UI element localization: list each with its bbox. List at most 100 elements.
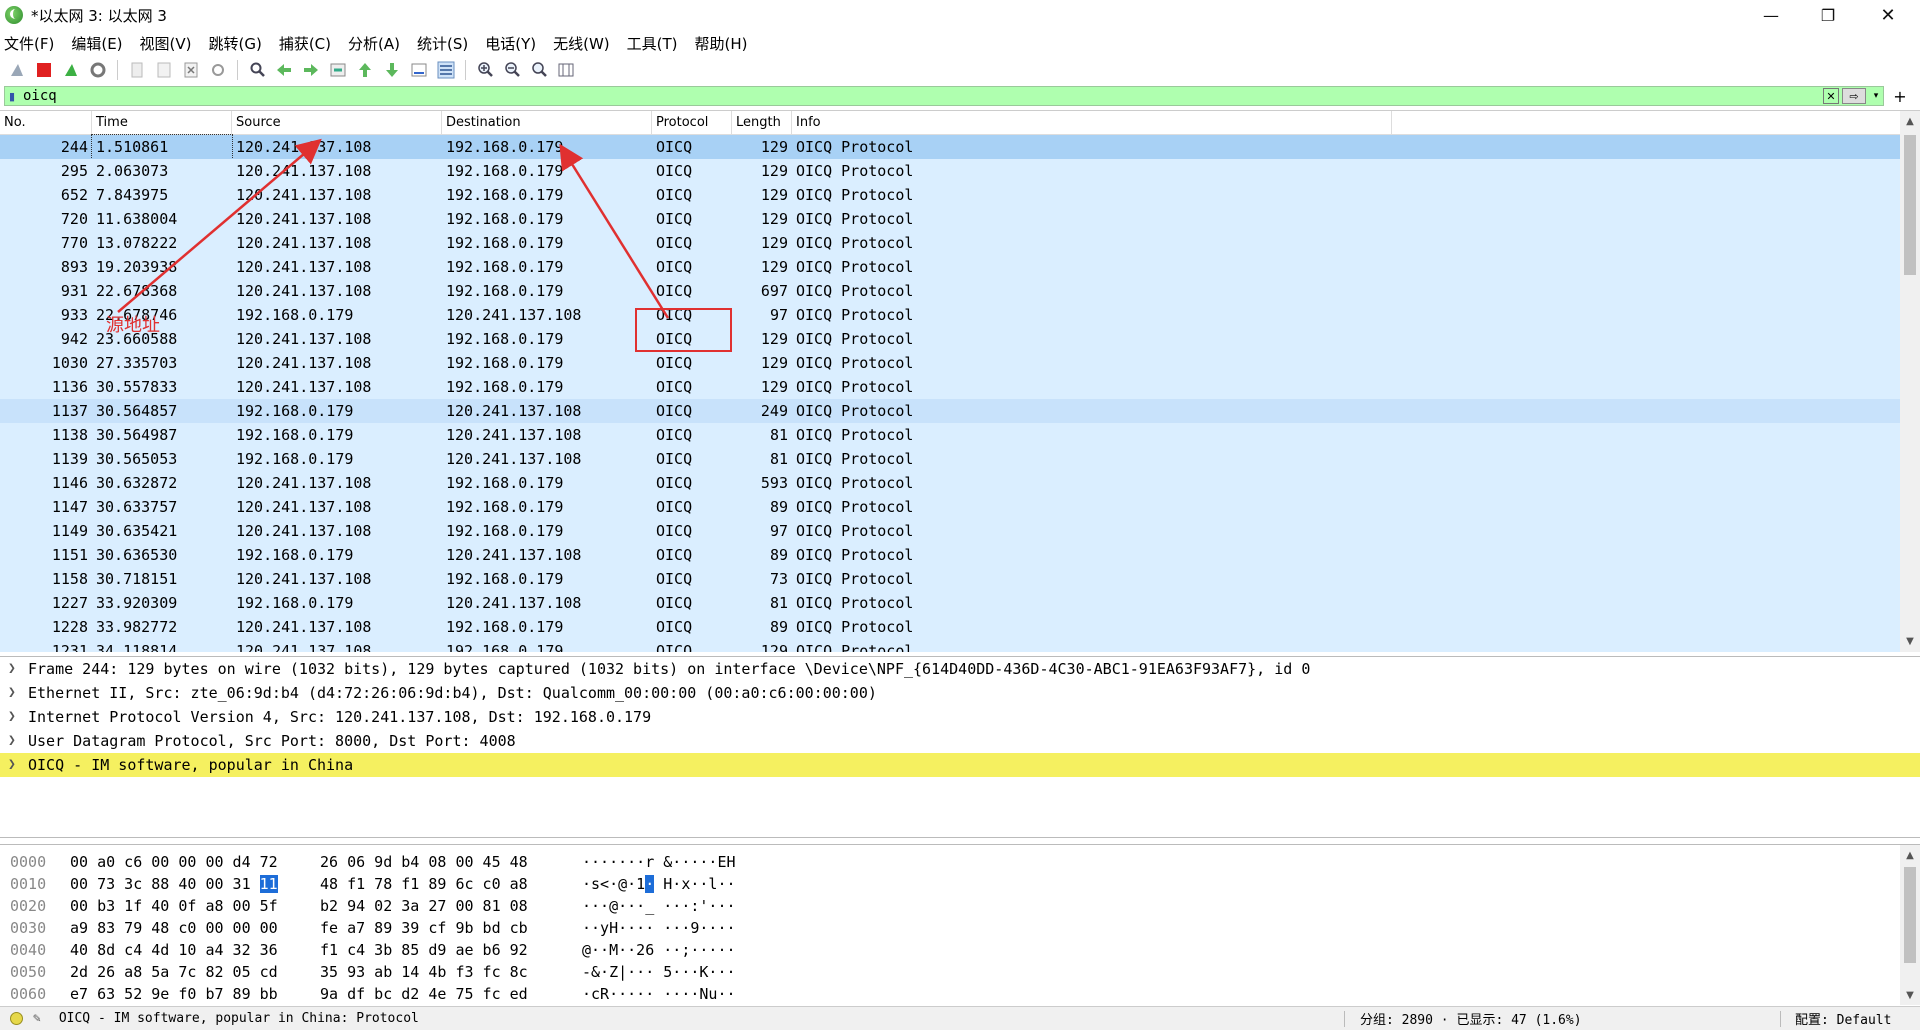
table-row[interactable]: 1136 30.557833 120.241.137.108 192.168.0.17… (0, 375, 1900, 399)
expand-chevron-icon[interactable]: ❯ (8, 753, 16, 777)
detail-ethernet[interactable]: ❯ Ethernet II, Src: zte_06:9d:b4 (d4:72:2… (0, 681, 1920, 705)
go-back-icon[interactable] (273, 59, 295, 81)
find-packet-icon[interactable] (246, 59, 268, 81)
table-row[interactable]: 893 19.203938 120.241.137.108 192.168.0.179… (0, 255, 1900, 279)
add-filter-button[interactable]: + (1890, 86, 1910, 106)
bookmark-icon[interactable]: ▮ (5, 88, 19, 104)
byte-row[interactable]: 0060 e7 63 52 9e f0 b7 89 bb 9a df bc d2 4… (0, 983, 1920, 1005)
byte-row[interactable]: 0010 00 73 3c 88 40 00 31 11 48 f1 78 f1 8… (0, 873, 1920, 895)
menu-edit[interactable]: 编辑(E) (71, 33, 122, 54)
filter-history-dropdown[interactable]: ▾ (1869, 91, 1883, 101)
open-file-icon[interactable] (126, 59, 148, 81)
edit-comment-icon[interactable]: ✎ (33, 1011, 41, 1026)
menu-telephony[interactable]: 电话(Y) (485, 33, 536, 54)
column-header-destination[interactable]: Destination (442, 111, 652, 135)
zoom-out-icon[interactable] (501, 59, 523, 81)
byte-row[interactable]: 0040 40 8d c4 4d 10 a4 32 36 f1 c4 3b 85 d… (0, 939, 1920, 961)
maximize-button[interactable]: ❐ (1800, 0, 1856, 30)
zoom-in-icon[interactable] (474, 59, 496, 81)
colorize-icon[interactable] (435, 59, 457, 81)
table-row[interactable]: 1227 33.920309 192.168.0.179 120.241.137.10… (0, 591, 1900, 615)
table-row[interactable]: 295 2.063073 120.241.137.108 192.168.0.179 O… (0, 159, 1900, 183)
table-row[interactable]: 1139 30.565053 192.168.0.179 120.241.137.10… (0, 447, 1900, 471)
menu-analyze[interactable]: 分析(A) (348, 33, 400, 54)
scroll-down-icon[interactable]: ▼ (1900, 987, 1920, 1003)
close-window-button[interactable]: ✕ (1860, 0, 1916, 30)
resize-columns-icon[interactable] (555, 59, 577, 81)
bytes-scrollbar[interactable]: ▲ ▼ (1900, 845, 1920, 1005)
stop-capture-icon[interactable] (33, 59, 55, 81)
display-filter-input[interactable] (19, 87, 1823, 105)
reload-file-icon[interactable] (207, 59, 229, 81)
expand-chevron-icon[interactable]: ❯ (8, 681, 16, 705)
table-row[interactable]: 1030 27.335703 120.241.137.108 192.168.0.17… (0, 351, 1900, 375)
menu-statistics[interactable]: 统计(S) (417, 33, 468, 54)
column-header-protocol[interactable]: Protocol (652, 111, 732, 135)
restart-capture-icon[interactable] (60, 59, 82, 81)
table-row[interactable]: 1158 30.718151 120.241.137.108 192.168.0.17… (0, 567, 1900, 591)
go-first-icon[interactable] (354, 59, 376, 81)
byte-row[interactable]: 0000 00 a0 c6 00 00 00 d4 72 26 06 9d b4 0… (0, 851, 1920, 873)
cell-info: OICQ Protocol (796, 522, 914, 540)
byte-row[interactable]: 0030 a9 83 79 48 c0 00 00 00 fe a7 89 39 c… (0, 917, 1920, 939)
table-row[interactable]: 933 22.678746 192.168.0.179 120.241.137.108… (0, 303, 1900, 327)
table-row[interactable]: 1138 30.564987 192.168.0.179 120.241.137.10… (0, 423, 1900, 447)
autoscroll-icon[interactable] (408, 59, 430, 81)
expand-chevron-icon[interactable]: ❯ (8, 705, 16, 729)
column-header-length[interactable]: Length (732, 111, 792, 135)
table-row[interactable]: 1151 30.636530 192.168.0.179 120.241.137.10… (0, 543, 1900, 567)
expand-chevron-icon[interactable]: ❯ (8, 729, 16, 753)
detail-ipv4[interactable]: ❯ Internet Protocol Version 4, Src: 120.2… (0, 705, 1920, 729)
minimize-button[interactable]: — (1743, 0, 1799, 30)
detail-udp[interactable]: ❯ User Datagram Protocol, Src Port: 8000,… (0, 729, 1920, 753)
expand-chevron-icon[interactable]: ❯ (8, 657, 16, 681)
expert-info-icon[interactable] (10, 1012, 23, 1025)
cell-source: 120.241.137.108 (236, 258, 372, 276)
menu-file[interactable]: 文件(F) (4, 33, 54, 54)
clear-filter-button[interactable]: ✕ (1823, 88, 1839, 104)
table-row[interactable]: 1231 34.118814 120.241.137.108 192.168.0.17… (0, 639, 1900, 652)
menu-go[interactable]: 跳转(G) (209, 33, 262, 54)
detail-oicq[interactable]: ❯ OICQ - IM software, popular in China (0, 753, 1920, 777)
table-row[interactable]: 1146 30.632872 120.241.137.108 192.168.0.17… (0, 471, 1900, 495)
table-row[interactable]: 931 22.678368 120.241.137.108 192.168.0.179… (0, 279, 1900, 303)
apply-filter-button[interactable]: ⇨ (1842, 88, 1866, 104)
table-row[interactable]: 652 7.843975 120.241.137.108 192.168.0.179 O… (0, 183, 1900, 207)
save-file-icon[interactable] (153, 59, 175, 81)
menu-tools[interactable]: 工具(T) (627, 33, 678, 54)
column-header-no[interactable]: No. (0, 111, 92, 135)
go-forward-icon[interactable] (300, 59, 322, 81)
shark-fin-start-icon[interactable] (6, 59, 28, 81)
detail-frame[interactable]: ❯ Frame 244: 129 bytes on wire (1032 bits… (0, 657, 1920, 681)
menu-wireless[interactable]: 无线(W) (553, 33, 610, 54)
zoom-normal-icon[interactable] (528, 59, 550, 81)
scroll-down-icon[interactable]: ▼ (1900, 633, 1920, 649)
cell-source: 120.241.137.108 (236, 474, 372, 492)
table-row[interactable]: 1147 30.633757 120.241.137.108 192.168.0.17… (0, 495, 1900, 519)
column-header-source[interactable]: Source (232, 111, 442, 135)
close-file-icon[interactable] (180, 59, 202, 81)
table-row[interactable]: 244 1.510861 120.241.137.108 192.168.0.179 O… (0, 134, 1900, 160)
profile-indicator[interactable]: 配置: Default (1795, 1009, 1891, 1028)
scrollbar-thumb[interactable] (1904, 867, 1916, 963)
scroll-up-icon[interactable]: ▲ (1900, 113, 1920, 129)
table-row[interactable]: 942 23.660588 120.241.137.108 192.168.0.179… (0, 327, 1900, 351)
byte-row[interactable]: 0050 2d 26 a8 5a 7c 82 05 cd 35 93 ab 14 4… (0, 961, 1920, 983)
table-row[interactable]: 770 13.078222 120.241.137.108 192.168.0.179… (0, 231, 1900, 255)
column-header-time[interactable]: Time (92, 111, 232, 135)
capture-options-icon[interactable] (87, 59, 109, 81)
menu-help[interactable]: 帮助(H) (695, 33, 748, 54)
menu-view[interactable]: 视图(V) (140, 33, 192, 54)
column-header-info[interactable]: Info (792, 111, 1392, 135)
scroll-up-icon[interactable]: ▲ (1900, 847, 1920, 863)
table-row[interactable]: 720 11.638004 120.241.137.108 192.168.0.179… (0, 207, 1900, 231)
menu-capture[interactable]: 捕获(C) (279, 33, 331, 54)
go-to-packet-icon[interactable] (327, 59, 349, 81)
byte-row[interactable]: 0020 00 b3 1f 40 0f a8 00 5f b2 94 02 3a 2… (0, 895, 1920, 917)
table-row[interactable]: 1228 33.982772 120.241.137.108 192.168.0.17… (0, 615, 1900, 639)
table-row[interactable]: 1149 30.635421 120.241.137.108 192.168.0.17… (0, 519, 1900, 543)
scrollbar-thumb[interactable] (1904, 135, 1916, 275)
packet-list-scrollbar[interactable]: ▲ ▼ (1900, 111, 1920, 652)
go-last-icon[interactable] (381, 59, 403, 81)
table-row[interactable]: 1137 30.564857 192.168.0.179 120.241.137.10… (0, 399, 1900, 423)
